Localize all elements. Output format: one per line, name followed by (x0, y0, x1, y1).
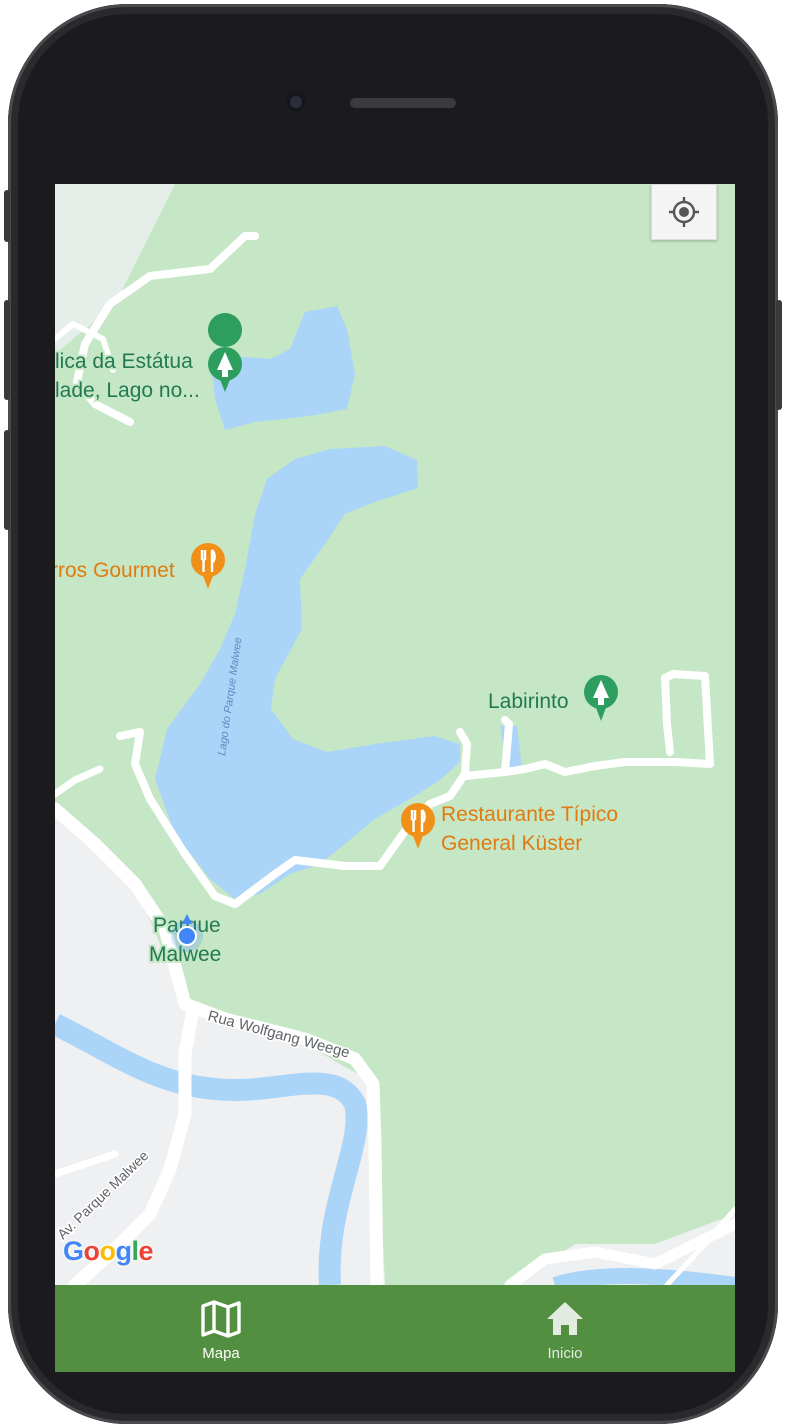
map-icon (201, 1300, 241, 1338)
nav-label-mapa: Mapa (202, 1345, 240, 1362)
home-icon (547, 1302, 583, 1335)
restaurant-pin-gourmet[interactable] (191, 543, 225, 589)
place-label-gourmet: rros Gourmet (55, 559, 175, 582)
volume-up-button (4, 300, 10, 400)
nav-item-inicio[interactable]: Inicio (505, 1285, 625, 1372)
google-attribution: Google (63, 1236, 154, 1266)
nav-item-mapa[interactable]: Mapa (161, 1285, 281, 1372)
front-camera (286, 92, 306, 112)
place-label-tipico-2: General Küster (441, 832, 582, 855)
place-label-labirinto: Labirinto (488, 690, 569, 713)
place-label-tipico: Restaurante Típico (441, 803, 618, 826)
crosshair-icon (669, 197, 699, 227)
mute-switch (4, 190, 10, 242)
volume-down-button (4, 430, 10, 530)
urban-area-top (55, 184, 175, 354)
restaurant-pin-tipico[interactable] (401, 803, 435, 849)
my-location-button[interactable] (651, 184, 717, 240)
river-bottom (552, 1268, 735, 1285)
road-west (55, 765, 104, 798)
app-screen: Lago do Parque Malwee Rua Wolfgang Weege… (55, 184, 735, 1372)
earpiece-speaker (350, 98, 456, 108)
park-pin-labirinto[interactable] (584, 675, 618, 721)
power-button (776, 300, 782, 410)
place-label-estatua: lica da Estátua (55, 350, 193, 373)
map-view[interactable]: Lago do Parque Malwee Rua Wolfgang Weege… (55, 184, 735, 1285)
nav-label-inicio: Inicio (547, 1345, 583, 1362)
bottom-navigation: Mapa Inicio (55, 1285, 735, 1372)
place-label-estatua-2: lade, Lago no... (55, 379, 200, 402)
